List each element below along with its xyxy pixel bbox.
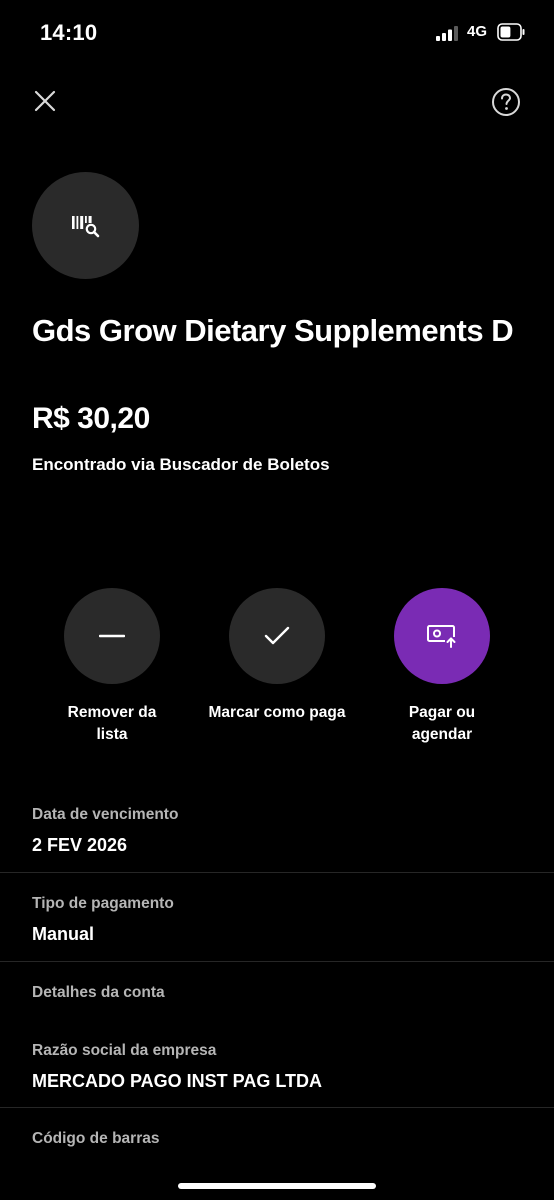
- bill-amount: R$ 30,20: [32, 402, 150, 435]
- battery-icon: [497, 23, 525, 41]
- boleto-avatar: [32, 172, 139, 279]
- pay-schedule-circle[interactable]: [394, 588, 490, 684]
- check-icon: [264, 626, 290, 645]
- bill-source: Encontrado via Buscador de Boletos: [32, 455, 330, 474]
- account-details-heading: Detalhes da conta: [32, 984, 165, 1001]
- mark-paid-circle[interactable]: [229, 588, 325, 684]
- pay-schedule-icon: [427, 625, 457, 649]
- due-date-value: 2 FEV 2026: [32, 835, 128, 855]
- pay-or-schedule-button[interactable]: Pagar ou agendar: [357, 588, 527, 746]
- pay-or-schedule-label: Pagar ou agendar: [408, 704, 476, 743]
- close-icon: [34, 90, 56, 112]
- divider: [0, 872, 554, 873]
- divider: [0, 961, 554, 962]
- help-icon: [492, 88, 520, 116]
- barcode-search-icon: [71, 215, 99, 237]
- bill-title: Gds Grow Dietary Supplements D: [32, 313, 514, 348]
- mark-as-paid-button[interactable]: Marcar como paga: [192, 588, 362, 724]
- remove-circle[interactable]: [64, 588, 160, 684]
- company-name-label: Razão social da empresa: [32, 1042, 217, 1059]
- close-button[interactable]: [28, 84, 62, 118]
- help-button[interactable]: [488, 84, 524, 120]
- due-date-label: Data de vencimento: [32, 806, 179, 823]
- home-indicator[interactable]: [178, 1183, 376, 1189]
- divider: [0, 1107, 554, 1108]
- signal-icon: [436, 26, 458, 41]
- payment-type-label: Tipo de pagamento: [32, 895, 174, 912]
- company-name-value: MERCADO PAGO INST PAG LTDA: [32, 1071, 322, 1091]
- remove-from-list-button[interactable]: Remover da lista: [27, 588, 197, 746]
- network-type: 4G: [467, 23, 488, 40]
- status-bar: 14:10 4G: [0, 0, 554, 66]
- barcode-label: Código de barras: [32, 1130, 160, 1147]
- remove-from-list-label: Remover da lista: [67, 704, 157, 743]
- payment-type-value: Manual: [32, 924, 95, 944]
- status-time: 14:10: [40, 20, 98, 45]
- minus-icon: [99, 634, 125, 638]
- mark-as-paid-label: Marcar como paga: [208, 704, 346, 721]
